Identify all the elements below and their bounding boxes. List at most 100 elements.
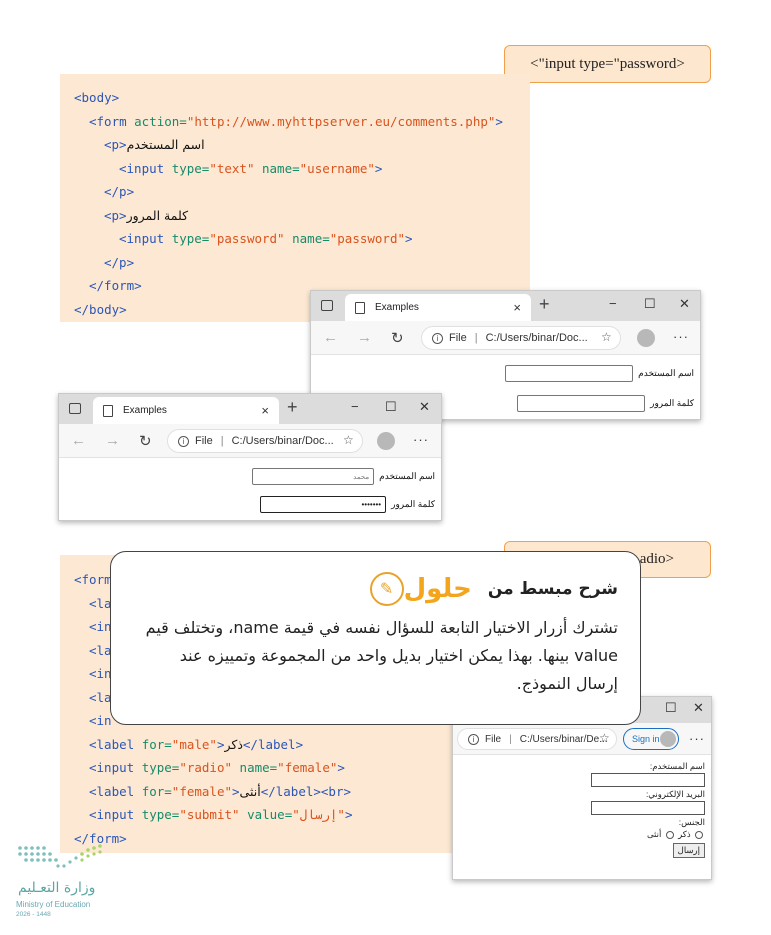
email-input[interactable] — [591, 801, 705, 815]
code-line: <form action="http://www.myhttpserver.eu… — [74, 110, 530, 134]
code-token: type= — [141, 807, 180, 822]
code-token: <la — [89, 642, 112, 658]
address-text: C:/Users/binar/De... — [519, 733, 608, 745]
code-token: <label — [89, 783, 142, 799]
address-text: C:/Users/binar/Doc... — [485, 332, 588, 344]
code-token: type= — [141, 760, 180, 775]
navigation-bar: i File | C:/Users/binar/De... ☆ Sign in … — [453, 723, 711, 755]
page-content: اسم المستخدم: البريد الإلكتروني: الجنس: … — [453, 755, 711, 858]
female-radio[interactable] — [665, 830, 674, 839]
username-input[interactable] — [591, 773, 705, 787]
ministry-name-en: Ministry of Education — [16, 900, 91, 909]
address-separator: | — [474, 332, 478, 344]
window-close-icon[interactable]: ✕ — [693, 700, 704, 716]
close-icon[interactable]: × — [261, 403, 269, 418]
code-token: > — [344, 807, 353, 822]
logo-word: حلول — [403, 574, 472, 604]
file-label: File — [449, 332, 467, 344]
male-radio[interactable] — [695, 830, 703, 839]
maximize-icon[interactable]: ☐ — [385, 399, 397, 415]
address-bar[interactable]: i File | C:/Users/binar/Doc... — [421, 326, 621, 350]
card-header: شرح مبسط من حلول ✎ — [133, 572, 618, 606]
favorites-icon[interactable]: ☆ — [601, 330, 612, 344]
document-icon — [355, 301, 365, 314]
window-menu-icon[interactable] — [321, 300, 333, 311]
username-input[interactable] — [505, 365, 634, 382]
code-token: "submit" — [179, 807, 240, 822]
file-label: File — [485, 733, 502, 745]
code-token: </label> — [242, 736, 304, 752]
gender-radios: ذكر أنثى — [459, 829, 705, 840]
code-token: action= — [134, 113, 187, 129]
profile-avatar[interactable] — [377, 432, 395, 450]
address-bar[interactable]: i File | C:/Users/binar/De... — [457, 728, 617, 750]
code-token: <input — [89, 807, 142, 822]
username-label: اسم المستخدم — [379, 471, 435, 481]
code-token: <input — [119, 160, 172, 176]
close-icon[interactable]: × — [513, 300, 521, 315]
email-label: البريد الإلكتروني: — [645, 789, 705, 799]
more-icon[interactable]: ··· — [673, 329, 689, 344]
password-input[interactable]: ••••••• — [260, 496, 387, 513]
reload-icon[interactable]: ↻ — [391, 329, 404, 347]
username-label: اسم المستخدم — [638, 368, 694, 378]
ministry-dots-icon — [18, 844, 102, 868]
new-tab-icon[interactable]: + — [539, 294, 550, 315]
info-icon[interactable]: i — [432, 332, 443, 344]
code-token: "password" — [209, 231, 285, 246]
window-close-icon[interactable]: ✕ — [419, 399, 430, 415]
minimize-icon[interactable]: − — [609, 296, 617, 311]
code-token: name= — [232, 760, 278, 775]
code-token: "text" — [209, 160, 255, 176]
code-token: for= — [141, 736, 172, 752]
info-icon[interactable]: i — [468, 733, 479, 745]
address-bar[interactable]: i File | C:/Users/binar/Doc... — [167, 429, 363, 453]
sign-in-button[interactable]: Sign in — [623, 728, 679, 750]
tab-examples[interactable]: Examples × — [93, 397, 279, 424]
password-row: كلمة المرور ••••••• — [260, 496, 435, 513]
tab-examples[interactable]: Examples × — [345, 294, 531, 321]
code-token: كلمة المرور — [126, 207, 189, 223]
maximize-icon[interactable]: ☐ — [665, 700, 677, 716]
code-token: "radio" — [179, 760, 233, 775]
code-token: "http://www.myhttpserver.eu/comments.php… — [186, 113, 496, 129]
back-icon[interactable]: ← — [71, 432, 86, 449]
profile-avatar[interactable] — [637, 329, 655, 347]
code-token: "male" — [171, 736, 217, 752]
code-token: > — [374, 160, 383, 176]
favorites-icon[interactable]: ☆ — [599, 731, 610, 745]
more-icon[interactable]: ··· — [689, 731, 705, 746]
password-input[interactable] — [517, 395, 646, 412]
tab-title: Examples — [375, 302, 419, 313]
favorites-icon[interactable]: ☆ — [343, 433, 354, 447]
window-close-icon[interactable]: ✕ — [679, 296, 690, 312]
code-token: <form — [74, 572, 112, 587]
info-icon[interactable]: i — [178, 435, 189, 447]
password-row: كلمة المرور — [517, 395, 694, 412]
code-token: <la — [89, 689, 112, 705]
code-block-top: <body> <form action="http://www.myhttpser… — [60, 74, 530, 322]
code-token: </form> — [89, 278, 142, 293]
code-line: <body> — [74, 86, 530, 110]
book-icon: ✎ — [369, 572, 404, 606]
window-menu-icon[interactable] — [69, 403, 81, 414]
code-token: > — [405, 231, 413, 246]
browser-window-2: Examples × + − ☐ ✕ ← → ↻ i File | C:/Use… — [58, 393, 442, 521]
code-line: <p>اسم المستخدم — [74, 133, 530, 157]
username-label: اسم المستخدم: — [649, 761, 705, 771]
minimize-icon[interactable]: − — [351, 399, 359, 414]
new-tab-icon[interactable]: + — [287, 397, 298, 418]
maximize-icon[interactable]: ☐ — [644, 296, 656, 312]
forward-icon[interactable]: → — [357, 329, 372, 346]
tab-bar: Examples × + − ☐ ✕ — [311, 291, 700, 321]
code-line: <input type="password" name="password"> — [74, 227, 530, 251]
code-token: <in — [89, 666, 112, 681]
reload-icon[interactable]: ↻ — [139, 432, 152, 450]
more-icon[interactable]: ··· — [413, 432, 429, 447]
forward-icon[interactable]: → — [105, 432, 120, 449]
submit-button[interactable]: إرسال — [672, 843, 705, 858]
back-icon[interactable]: ← — [323, 329, 338, 346]
code-token: <input — [89, 760, 142, 775]
username-input[interactable]: محمد — [252, 468, 375, 485]
address-separator: | — [220, 435, 224, 447]
